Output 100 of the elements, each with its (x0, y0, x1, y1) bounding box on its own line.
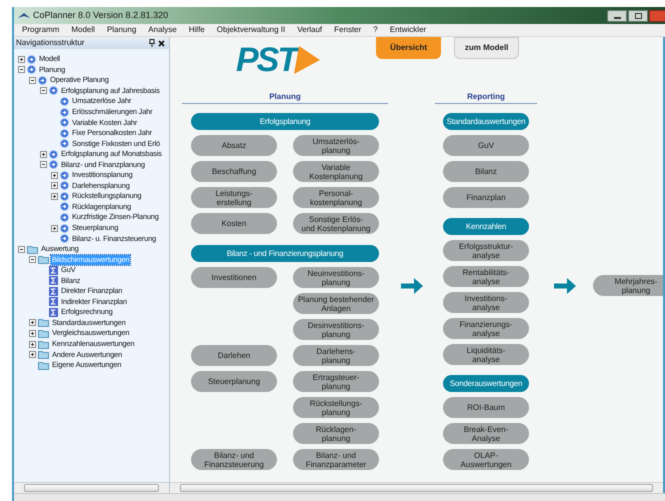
expand-icon[interactable] (51, 182, 58, 190)
circle-arrow-icon (60, 234, 69, 244)
module-button[interactable]: Desinvestitions- planung (293, 319, 379, 340)
module-button[interactable]: Darlehens- planung (293, 345, 379, 366)
module-button[interactable]: ROI-Baum (443, 397, 529, 418)
expand-icon[interactable] (18, 56, 25, 63)
module-button[interactable]: Kosten (191, 213, 277, 234)
circle-arrow-icon (60, 139, 69, 148)
module-button[interactable]: Ertragsteuer- planung (293, 371, 379, 392)
expand-icon[interactable] (51, 172, 58, 179)
section-header: Standardauswertungen (443, 113, 529, 130)
collapse-icon[interactable] (29, 76, 36, 84)
module-button[interactable]: Sonstige Erlös- und Kostenplanung (293, 213, 379, 234)
sigma-icon (49, 308, 58, 317)
horizontal-scrollbar[interactable] (14, 482, 169, 493)
module-button[interactable]: Investitionen (191, 267, 277, 288)
circle-arrow-icon (60, 96, 69, 106)
module-button[interactable]: Planung bestehender Anlagen (293, 293, 379, 314)
circle-arrow-icon (60, 118, 69, 128)
right-arrow-icon (554, 277, 576, 295)
menu-item[interactable]: Modell (71, 24, 95, 36)
module-button[interactable]: Bilanz- und Finanzparameter (293, 449, 379, 470)
module-button[interactable]: GuV (443, 135, 529, 156)
module-button[interactable]: Bilanz (443, 161, 529, 182)
circle-arrow-icon (49, 86, 58, 96)
module-button[interactable]: Mehrjahres- planung (593, 275, 663, 296)
collapse-icon[interactable] (18, 66, 25, 74)
folder-icon (38, 350, 49, 360)
menu-item[interactable]: Fenster (334, 24, 362, 36)
module-button[interactable]: Finanzplan (443, 187, 529, 208)
circle-arrow-icon (27, 65, 36, 74)
minimize-button[interactable] (607, 10, 627, 22)
expand-icon[interactable] (29, 340, 36, 348)
circle-arrow-icon (49, 150, 58, 159)
folder-icon (38, 340, 49, 349)
expand-icon[interactable] (40, 150, 47, 158)
folder-icon (38, 318, 49, 328)
circle-arrow-icon (60, 224, 69, 233)
module-button[interactable]: Darlehen (191, 345, 277, 366)
circle-arrow-icon (60, 128, 69, 138)
section-header: Erfolgsplanung (191, 113, 379, 130)
module-button[interactable]: Investitions- analyse (443, 292, 529, 313)
circle-arrow-icon (27, 54, 36, 64)
sigma-icon (49, 297, 58, 306)
expand-icon[interactable] (29, 319, 36, 326)
menu-item[interactable]: Entwickler (390, 24, 426, 36)
section-header: Sonderauswertungen (443, 375, 529, 392)
collapse-icon[interactable] (18, 246, 25, 253)
collapse-icon[interactable] (40, 87, 47, 94)
menu-item[interactable]: Planung (106, 24, 136, 36)
collapse-icon[interactable] (40, 161, 47, 168)
folder-icon (38, 360, 49, 370)
module-button[interactable]: Rücklagen- planung (293, 423, 379, 444)
module-button[interactable]: Bilanz- und Finanzsteuerung (191, 449, 277, 470)
pin-icon[interactable] (149, 39, 155, 47)
menu-item[interactable]: Analyse (148, 24, 177, 36)
section-header: Bilanz - und Finanzierungsplanung (191, 245, 379, 262)
tab[interactable]: Übersicht (376, 37, 442, 59)
module-button[interactable]: Steuerplanung (191, 371, 277, 392)
module-button[interactable]: Umsatzerlös- planung (293, 135, 379, 156)
module-button[interactable]: Beschaffung (191, 161, 277, 182)
folder-icon (38, 255, 49, 264)
expand-icon[interactable] (29, 351, 36, 358)
circle-arrow-icon (38, 76, 47, 85)
module-button[interactable]: Break-Even- Analyse (443, 423, 529, 444)
sigma-icon (49, 286, 58, 296)
menu-item[interactable]: Programm (22, 24, 60, 36)
menu-item[interactable]: Hilfe (188, 24, 205, 36)
module-button[interactable]: Leistungs- erstellung (191, 187, 277, 208)
folder-icon (27, 244, 38, 254)
circle-arrow-icon (60, 212, 69, 222)
module-button[interactable]: Variable Kostenplanung (293, 161, 379, 182)
module-button[interactable]: Neuinvestitions- planung (293, 267, 379, 288)
module-button[interactable]: Erfolgsstruktur- analyse (443, 240, 529, 261)
module-button[interactable]: Finanzierungs- analyse (443, 318, 529, 339)
horizontal-scrollbar[interactable] (170, 482, 663, 493)
collapse-icon[interactable] (29, 256, 36, 264)
module-button[interactable]: OLAP- Auswertungen (443, 449, 529, 470)
menu-item[interactable]: Verlauf (297, 24, 322, 36)
close-icon[interactable] (158, 40, 165, 46)
tab[interactable]: zum Modell (454, 37, 520, 59)
module-button[interactable]: Rückstellungs- planung (293, 397, 379, 418)
expand-icon[interactable] (29, 330, 36, 337)
section-header: Kennzahlen (443, 218, 529, 235)
module-button[interactable]: Absatz (191, 135, 277, 156)
expand-icon[interactable] (51, 224, 58, 232)
maximize-button[interactable] (628, 10, 648, 22)
app-icon (18, 12, 30, 20)
column-heading: Planung (269, 91, 301, 103)
module-button[interactable]: Rentabilitäts- analyse (443, 266, 529, 287)
menu-item[interactable]: ? (373, 24, 378, 36)
panel-title: Navigationsstruktur (16, 37, 84, 49)
module-button[interactable]: Personal- kostenplanung (293, 187, 379, 208)
sigma-icon (49, 276, 58, 286)
expand-icon[interactable] (51, 192, 58, 200)
sigma-icon (49, 266, 58, 275)
module-button[interactable]: Liquiditäts- analyse (443, 344, 529, 365)
logo-text: PST (236, 43, 296, 77)
circle-arrow-icon (60, 192, 69, 201)
menu-item[interactable]: Objektverwaltung II (216, 24, 286, 36)
